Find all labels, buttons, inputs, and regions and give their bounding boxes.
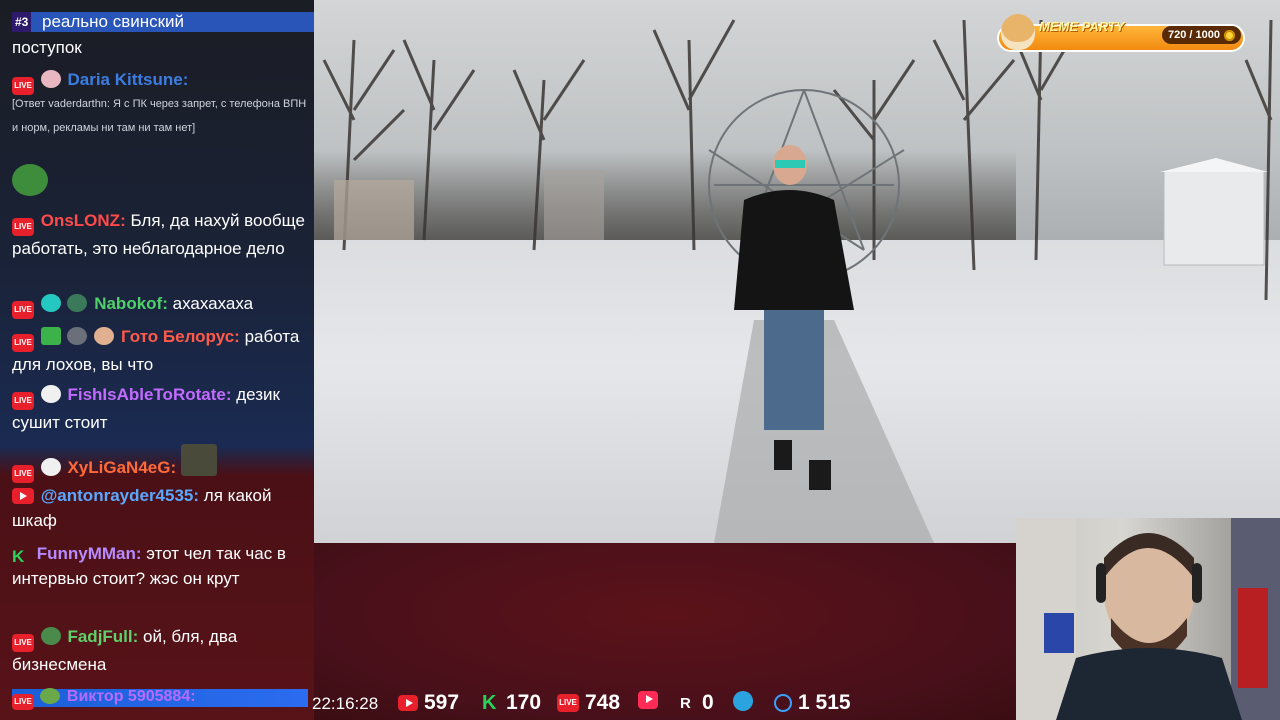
emote-icon — [40, 627, 61, 645]
webcam-feed — [1016, 518, 1280, 720]
meme-title: MEME PARTY — [1039, 19, 1125, 34]
check-icon — [67, 327, 88, 345]
play-icon-stat — [638, 691, 660, 709]
live-badge-icon: LIVE — [557, 694, 579, 712]
chat-message: K FunnyMMan: этот чел так час в интервью… — [12, 541, 308, 591]
streamer-silhouette — [1016, 518, 1280, 720]
chat-username[interactable]: Гото Белорус: — [121, 327, 240, 346]
kick-count: 170 — [506, 691, 542, 714]
meme-counter: 720 / 1000 — [1162, 26, 1241, 44]
emote-icon — [180, 444, 217, 476]
emote-icon — [40, 688, 61, 704]
video-player[interactable] — [314, 0, 1016, 543]
live-badge-icon: LIVE — [12, 392, 34, 410]
chat-message: LIVE Виктор 5905884: — [12, 686, 308, 710]
live-badge-icon: LIVE — [12, 334, 34, 352]
chat-message: LIVE XyLiGaN4eG: — [12, 444, 308, 483]
doge-icon — [1001, 14, 1035, 50]
live-badge-icon: LIVE — [12, 634, 34, 652]
live-badge-icon: LIVE — [12, 465, 34, 483]
chat-message-emote — [12, 164, 308, 200]
live-badge-icon: LIVE — [12, 301, 34, 319]
verified-icon — [40, 294, 61, 312]
chat-username[interactable]: Виктор 5905884: — [67, 688, 196, 705]
chat-username[interactable]: Nabokof: — [94, 294, 168, 313]
chat-message: @antonrayder4535: ля какой шкаф — [12, 483, 308, 533]
rutube-icon: R — [680, 694, 691, 712]
message-text: ахахахаха — [172, 294, 254, 313]
live-badge-icon: LIVE — [12, 218, 34, 236]
play-icon — [638, 691, 658, 709]
chat-message: LIVE FishIsAbleToRotate: дезик сушит сто… — [12, 382, 308, 435]
vk-live-count: 748 — [585, 691, 621, 714]
emote-icon — [67, 294, 88, 312]
kick-viewers: K 170 — [482, 691, 541, 715]
chat-username[interactable]: @antonrayder4535: — [41, 486, 199, 505]
youtube-count: 597 — [424, 691, 460, 714]
reply-quote: [Ответ vaderdarthn: Я с ПК через запрет,… — [12, 98, 307, 134]
youtube-icon — [12, 488, 34, 504]
skull-emote-icon — [40, 385, 61, 403]
chat-message: поступок — [12, 35, 308, 60]
rutube-viewers: R 0 — [680, 691, 714, 715]
highlight-rank: #3 — [12, 12, 32, 32]
chat-username[interactable]: FunnyMMan: — [37, 544, 142, 563]
meme-count: 720 / 1000 — [1168, 29, 1220, 41]
chat-username[interactable]: OnsLONZ: — [41, 211, 126, 230]
youtube-icon — [398, 695, 418, 711]
pencil-icon — [40, 327, 61, 345]
kick-icon: K — [12, 547, 25, 566]
rutube-count: 0 — [702, 691, 714, 714]
telegram-icon — [733, 691, 753, 711]
chat-username[interactable]: Daria Kittsune: — [67, 70, 188, 89]
chat-message: LIVE Nabokof: ахахахаха — [12, 291, 308, 319]
user-icon — [774, 694, 792, 712]
total-viewers: 1 515 — [774, 691, 851, 715]
telegram-stat — [733, 691, 755, 711]
total-count: 1 515 — [798, 691, 851, 714]
video-player-extended — [1016, 0, 1280, 518]
skull-emote-icon — [40, 458, 61, 476]
meme-party-widget: MEME PARTY 720 / 1000 — [993, 14, 1247, 54]
chat-username[interactable]: XyLiGaN4eG: — [67, 458, 176, 477]
kick-icon: K — [482, 692, 497, 714]
vk-live-viewers: LIVE 748 — [557, 691, 620, 715]
chat-message: LIVE Daria Kittsune: — [12, 67, 308, 95]
live-badge-icon: LIVE — [12, 694, 34, 710]
clock: 22:16:28 — [312, 694, 379, 713]
chat-username[interactable]: FishIsAbleToRotate: — [67, 385, 231, 404]
park-scene-right — [1016, 19, 1273, 301]
avatar-emote-icon — [94, 327, 115, 345]
highlight-text: реально свинский — [42, 12, 185, 31]
avatar-emote-icon — [40, 70, 61, 88]
youtube-viewers: 597 — [398, 691, 459, 715]
chat-message: LIVE OnsLONZ: Бля, да нахуй вообще работ… — [12, 208, 308, 261]
chat-message: LIVE FadjFull: ой, бля, два бизнесмена — [12, 624, 308, 677]
message-text: поступок — [12, 38, 82, 57]
chat-username[interactable]: FadjFull: — [67, 627, 138, 646]
coin-icon — [1224, 29, 1235, 41]
park-scene — [322, 19, 1016, 543]
chat-message: LIVE Гото Белорус: работа для лохов, вы … — [12, 324, 308, 377]
pepe-emote-icon — [12, 164, 48, 196]
